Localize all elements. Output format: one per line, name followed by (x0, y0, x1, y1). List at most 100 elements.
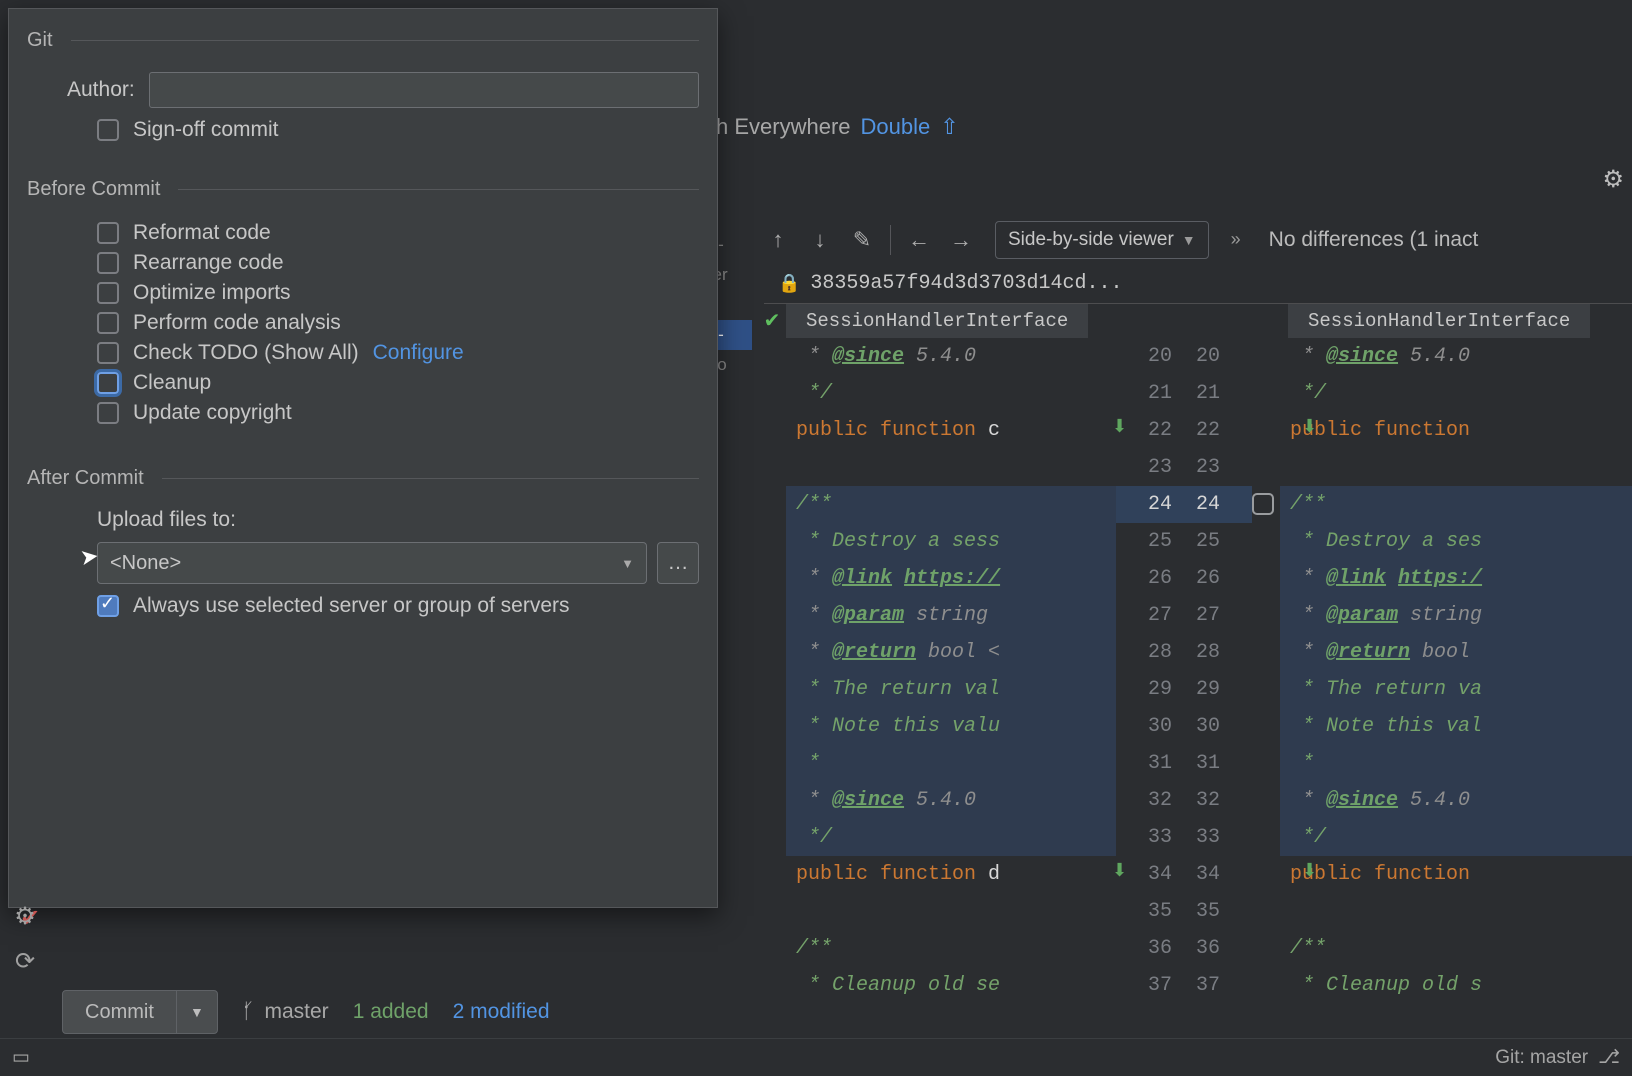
line-number: 31 (1184, 745, 1252, 782)
line-number: 25 (1184, 523, 1252, 560)
code-line: public function (1280, 856, 1632, 893)
analysis-row[interactable]: Perform code analysis (97, 311, 699, 335)
line-number: 26 (1184, 560, 1252, 597)
analysis-checkbox[interactable] (97, 312, 119, 334)
line-number: 23 (1116, 449, 1184, 486)
separator (890, 225, 891, 255)
modified-count[interactable]: 2 modified (453, 1000, 550, 1024)
line-number: 35 (1184, 893, 1252, 930)
code-line: * @return bool (1280, 634, 1632, 671)
chevron-down-icon[interactable]: ▼ (177, 1004, 217, 1020)
git-status[interactable]: Git: master (1495, 1047, 1588, 1069)
line-number: 28 (1116, 634, 1184, 671)
line-number: 22 (1184, 412, 1252, 449)
todo-checkbox[interactable] (97, 342, 119, 364)
code-line: * @link https:/ (1280, 560, 1632, 597)
always-use-row[interactable]: Always use selected server or group of s… (97, 594, 699, 618)
viewer-mode-select[interactable]: Side-by-side viewer ▼ (995, 221, 1209, 259)
accept-change-checkbox[interactable] (1252, 493, 1274, 515)
upload-value: <None> (110, 552, 181, 575)
left-revision-hash[interactable]: 38359a57f94d3d3703d14cd... (810, 272, 1122, 295)
hint-double: Double (861, 114, 931, 140)
upload-label: Upload files to: (97, 508, 699, 532)
before-commit-title: Before Commit (27, 178, 699, 201)
todo-label: Check TODO (Show All) (133, 341, 359, 365)
cleanup-row[interactable]: Cleanup (97, 371, 699, 395)
diff-marker-icon: ⬇ (1112, 860, 1127, 881)
hint-text: h Everywhere (716, 114, 851, 140)
left-line-numbers: 202122232425262728293031323334353637 (1116, 338, 1184, 1011)
line-number: 25 (1116, 523, 1184, 560)
viewer-mode-label: Side-by-side viewer (1008, 229, 1174, 251)
signoff-label: Sign-off commit (133, 118, 279, 142)
reformat-row[interactable]: Reformat code (97, 221, 699, 245)
line-number: 24 (1184, 486, 1252, 523)
diff-headers: 🔒 38359a57f94d3d3703d14cd... Your versio… (764, 264, 1632, 304)
rearrange-checkbox[interactable] (97, 252, 119, 274)
checkmark-icon: ✔ (758, 304, 786, 338)
code-line: * (786, 745, 1116, 782)
left-code-pane[interactable]: * @since 5.4.0 */public function c/** * … (786, 338, 1116, 1011)
todo-row[interactable]: Check TODO (Show All) Configure (97, 341, 699, 365)
copyright-row[interactable]: Update copyright (97, 401, 699, 425)
right-code-pane[interactable]: * @since 5.4.0 */public function /** * D… (1280, 338, 1632, 1011)
status-bar: ▭ Git: master ⎇ (0, 1038, 1632, 1076)
expand-icon[interactable]: » (1231, 229, 1241, 250)
arrow-up-icon[interactable]: ↑ (764, 226, 792, 254)
optimize-checkbox[interactable] (97, 282, 119, 304)
line-number: 32 (1184, 782, 1252, 819)
branch-icon: ᚶ (242, 1000, 255, 1024)
layout-icon[interactable]: ▭ (12, 1046, 30, 1069)
optimize-label: Optimize imports (133, 281, 291, 305)
branch-indicator[interactable]: ᚶ master (242, 1000, 329, 1024)
edit-icon[interactable]: ✎ (848, 226, 876, 254)
rearrange-row[interactable]: Rearrange code (97, 251, 699, 275)
code-line (786, 893, 1116, 930)
search-everywhere-hint: h Everywhere Double ⇧ (716, 114, 959, 140)
cleanup-checkbox[interactable] (97, 372, 119, 394)
history-icon[interactable]: ⟳ (15, 947, 35, 976)
commit-button[interactable]: Commit ▼ (62, 990, 218, 1034)
arrow-down-icon[interactable]: ↓ (806, 226, 834, 254)
line-number: 31 (1116, 745, 1184, 782)
code-line: * Destroy a sess (786, 523, 1116, 560)
code-line: * (1280, 745, 1632, 782)
right-diff-tab[interactable]: SessionHandlerInterface (1288, 304, 1590, 338)
code-line: */ (1280, 375, 1632, 412)
git-branch-icon[interactable]: ⎇ (1598, 1046, 1620, 1069)
lock-icon: 🔒 (778, 273, 800, 294)
left-diff-tab[interactable]: SessionHandlerInterface (786, 304, 1088, 338)
added-count[interactable]: 1 added (353, 1000, 429, 1024)
signoff-row[interactable]: Sign-off commit (97, 118, 699, 142)
reformat-checkbox[interactable] (97, 222, 119, 244)
gear-icon[interactable]: ⚙ (14, 902, 36, 931)
diff-toolbar: ↑ ↓ ✎ ← → Side-by-side viewer ▼ » No dif… (764, 215, 1632, 265)
after-commit-title: After Commit (27, 467, 699, 490)
gear-icon[interactable]: ⚙ (1602, 165, 1624, 194)
forward-icon[interactable]: → (947, 226, 975, 254)
code-line: * @link https:// (786, 560, 1116, 597)
line-number: 36 (1184, 930, 1252, 967)
code-line: * Cleanup old s (1280, 967, 1632, 1004)
code-line: * @param string (786, 597, 1116, 634)
upload-select[interactable]: <None> ▼ (97, 542, 647, 584)
reformat-label: Reformat code (133, 221, 271, 245)
line-number: 33 (1116, 819, 1184, 856)
line-number: 37 (1116, 967, 1184, 1004)
back-icon[interactable]: ← (905, 226, 933, 254)
code-line: /** (1280, 930, 1632, 967)
code-line: /** (786, 930, 1116, 967)
code-line: * The return va (1280, 671, 1632, 708)
copyright-checkbox[interactable] (97, 402, 119, 424)
line-number: 21 (1116, 375, 1184, 412)
optimize-row[interactable]: Optimize imports (97, 281, 699, 305)
author-input[interactable] (149, 72, 699, 108)
signoff-checkbox[interactable] (97, 119, 119, 141)
more-button[interactable]: … (657, 542, 699, 584)
todo-configure-link[interactable]: Configure (373, 341, 464, 365)
code-line: */ (1280, 819, 1632, 856)
code-line (786, 449, 1116, 486)
always-use-checkbox[interactable] (97, 595, 119, 617)
commit-bar: Commit ▼ ᚶ master 1 added 2 modified (62, 985, 962, 1039)
line-number: 20 (1116, 338, 1184, 375)
